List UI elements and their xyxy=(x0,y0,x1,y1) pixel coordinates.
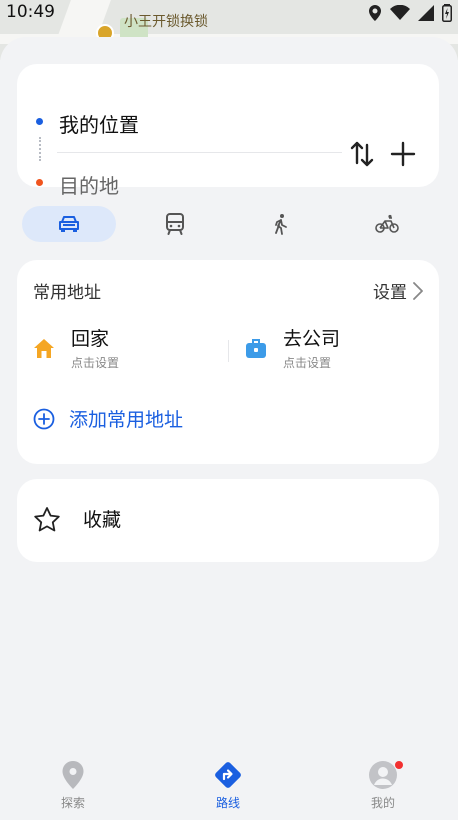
add-frequent-address-button[interactable]: 添加常用地址 xyxy=(33,405,183,432)
briefcase-icon xyxy=(246,339,266,358)
home-hint: 点击设置 xyxy=(71,356,120,370)
home-label: 回家 xyxy=(71,328,110,350)
transport-mode-tabs xyxy=(22,206,438,242)
avatar-icon xyxy=(369,761,397,789)
collections-label: 收藏 xyxy=(83,509,122,531)
work-hint: 点击设置 xyxy=(283,356,332,370)
tab-bike[interactable] xyxy=(340,206,434,242)
status-time: 10:49 xyxy=(6,2,55,22)
route-planner-sheet: 我的位置 目的地 常用地址 设置 回家 点击设置 去公司 点击设置 添加常用地址… xyxy=(0,37,458,820)
origin-dot-icon xyxy=(36,118,43,125)
bike-icon xyxy=(375,214,399,233)
bottom-navigation: 探索 路线 我的 xyxy=(0,750,458,820)
home-address-item[interactable]: 回家 点击设置 xyxy=(33,324,223,372)
nav-profile[interactable]: 我的 xyxy=(333,760,433,811)
location-status-icon xyxy=(369,5,381,21)
nav-explore-label: 探索 xyxy=(60,796,85,810)
nav-profile-label: 我的 xyxy=(370,796,395,810)
nav-route-label: 路线 xyxy=(215,796,240,810)
home-icon xyxy=(34,339,54,358)
star-icon xyxy=(34,506,60,531)
tab-car[interactable] xyxy=(22,206,116,242)
divider xyxy=(228,340,229,362)
destination-input[interactable]: 目的地 xyxy=(59,170,119,199)
origin-input[interactable]: 我的位置 xyxy=(59,109,139,138)
settings-label: 设置 xyxy=(373,283,407,303)
nav-explore[interactable]: 探索 xyxy=(23,760,123,811)
destination-dot-icon xyxy=(36,179,43,186)
battery-icon xyxy=(442,4,452,22)
route-input-card: 我的位置 目的地 xyxy=(17,64,439,198)
collections-card[interactable]: 收藏 xyxy=(17,479,439,562)
frequent-addresses-card: 常用地址 设置 回家 点击设置 去公司 点击设置 添加常用地址 xyxy=(17,260,439,464)
frequent-addresses-settings-button[interactable]: 设置 xyxy=(373,278,423,303)
chevron-right-icon xyxy=(413,281,423,300)
bus-icon xyxy=(166,213,184,235)
frequent-addresses-title: 常用地址 xyxy=(33,283,101,303)
status-icons xyxy=(368,4,452,22)
notification-badge xyxy=(395,761,403,769)
work-label: 去公司 xyxy=(283,328,341,350)
swap-direction-button[interactable] xyxy=(349,140,375,168)
divider xyxy=(57,152,342,153)
work-address-item[interactable]: 去公司 点击设置 xyxy=(245,324,425,372)
signal-icon xyxy=(418,5,434,21)
status-bar: 10:49 xyxy=(0,0,458,26)
route-connector xyxy=(39,137,41,161)
location-pin-icon xyxy=(62,761,84,789)
add-circle-icon xyxy=(33,408,55,429)
tab-walk[interactable] xyxy=(234,206,328,242)
nav-route[interactable]: 路线 xyxy=(178,760,278,811)
walk-icon xyxy=(275,214,287,235)
add-frequent-address-label: 添加常用地址 xyxy=(69,409,184,431)
wifi-icon xyxy=(390,5,410,20)
tab-transit[interactable] xyxy=(128,206,222,242)
collections-item[interactable]: 收藏 xyxy=(33,505,121,532)
route-icon xyxy=(215,762,241,788)
add-waypoint-button[interactable] xyxy=(389,140,417,168)
car-icon xyxy=(59,216,79,232)
